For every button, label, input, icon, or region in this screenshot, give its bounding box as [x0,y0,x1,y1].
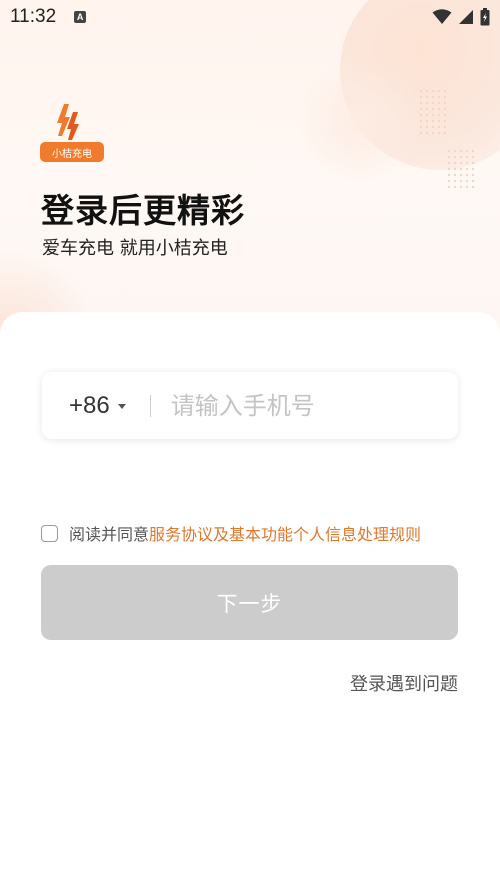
agreement-link[interactable]: 服务协议及基本功能个人信息处理规则 [149,521,421,545]
country-code-selector[interactable]: +86 [69,392,126,420]
next-step-button[interactable]: 下一步 [41,565,458,640]
app-logo: 小桔充电 [40,102,104,162]
agreement-prefix: 阅读并同意 [69,525,150,544]
logo-badge-text: 小桔充电 [40,142,104,162]
signal-icon [459,10,473,24]
phone-number-input[interactable] [170,391,421,420]
agreement-checkbox[interactable] [41,524,58,542]
status-bar: 11:32 A [0,0,500,34]
battery-icon [480,8,490,26]
decorative-dots [418,88,446,136]
page-title: 登录后更精彩 [41,191,245,230]
phone-input-row: +86 [42,372,458,439]
decorative-dots [446,148,474,192]
input-divider [149,394,151,417]
page-subtitle: 爱车充电 就用小桔充电 [42,238,228,259]
wifi-icon [432,9,452,24]
country-code-label: +86 [69,391,110,419]
agreement-row: 阅读并同意 服务协议及基本功能个人信息处理规则 [41,521,421,545]
notification-a-icon: A [74,11,87,23]
status-time: 11:32 [10,6,57,27]
lightning-logo-icon [57,104,79,140]
decorative-blob [300,60,420,180]
dropdown-caret-icon [117,404,126,409]
header-background [0,0,500,340]
login-help-link[interactable]: 登录遇到问题 [350,670,458,696]
